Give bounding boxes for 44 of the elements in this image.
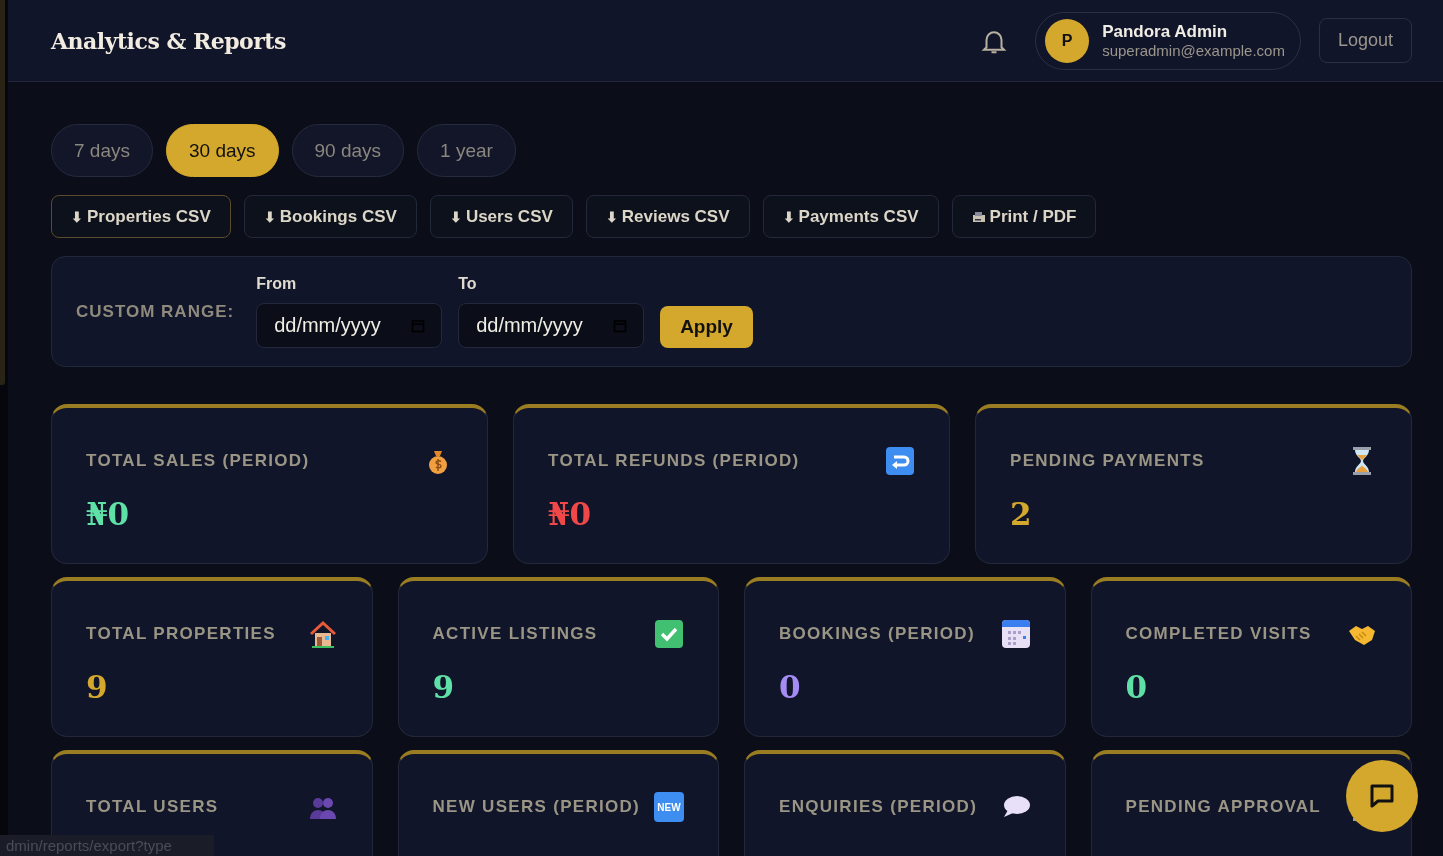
stat-label: TOTAL REFUNDS (PERIOD) — [548, 451, 800, 471]
stat-value: ₦0 — [86, 496, 131, 532]
date-field[interactable]: dd/mm/yyyy — [256, 303, 443, 348]
date-field[interactable]: dd/mm/yyyy — [458, 303, 645, 348]
field-label: From — [256, 275, 298, 293]
stat-label: TOTAL SALES (PERIOD) — [86, 451, 310, 471]
export-button[interactable]: ⬇ Bookings CSV — [243, 195, 417, 238]
checkmark-icon — [654, 619, 684, 649]
stat-value: 0 — [779, 669, 802, 705]
custom-range-label: CUSTOM RANGE: — [76, 301, 235, 322]
stat-label: ACTIVE LISTINGS — [432, 624, 598, 644]
export-button[interactable]: ⬇ Properties CSV — [51, 195, 231, 238]
logout-button[interactable]: Logout — [1318, 18, 1412, 63]
export-button[interactable]: ⬇ Reviews CSV — [585, 195, 750, 238]
stat-value: 9 — [432, 669, 456, 705]
export-button[interactable]: Print / PDF — [951, 195, 1097, 238]
period-tab[interactable]: 30 days — [166, 124, 279, 177]
export-button[interactable]: ⬇ Users CSV — [429, 195, 573, 238]
stat-label: COMPLETED VISITS — [1125, 624, 1312, 644]
period-tab[interactable]: 90 days — [291, 124, 405, 177]
avatar: P — [1045, 18, 1090, 63]
user-email: superadmin@example.com — [1102, 42, 1285, 59]
stat-label: NEW USERS (PERIOD) — [432, 797, 641, 817]
stat-value: ₦0 — [548, 496, 593, 532]
field-label: To — [458, 275, 478, 293]
export-button[interactable]: ⬇ Payments CSV — [762, 195, 939, 238]
period-tab[interactable]: 1 year — [417, 124, 516, 177]
stat-label: TOTAL PROPERTIES — [86, 624, 276, 644]
stat-label: TOTAL USERS — [86, 797, 219, 817]
page-title: Analytics & Reports — [51, 27, 286, 54]
stat-label: BOOKINGS (PERIOD) — [779, 624, 975, 644]
stat-label: PENDING APPROVAL — [1125, 797, 1322, 817]
printer-icon — [971, 210, 986, 223]
calendar-icon — [1000, 619, 1031, 649]
stat-value: 0 — [1125, 669, 1149, 705]
stat-value: 2 — [1010, 496, 1033, 532]
stat-label: ENQUIRIES (PERIOD) — [779, 797, 978, 817]
new-badge: NEW — [654, 792, 684, 822]
stat-label: PENDING PAYMENTS — [1010, 451, 1205, 471]
period-tab[interactable]: 7 days — [51, 124, 153, 177]
house-icon — [307, 619, 338, 649]
user-name: Pandora Admin — [1102, 22, 1229, 42]
stat-value: 9 — [86, 669, 109, 705]
apply-button[interactable]: Apply — [660, 306, 753, 348]
